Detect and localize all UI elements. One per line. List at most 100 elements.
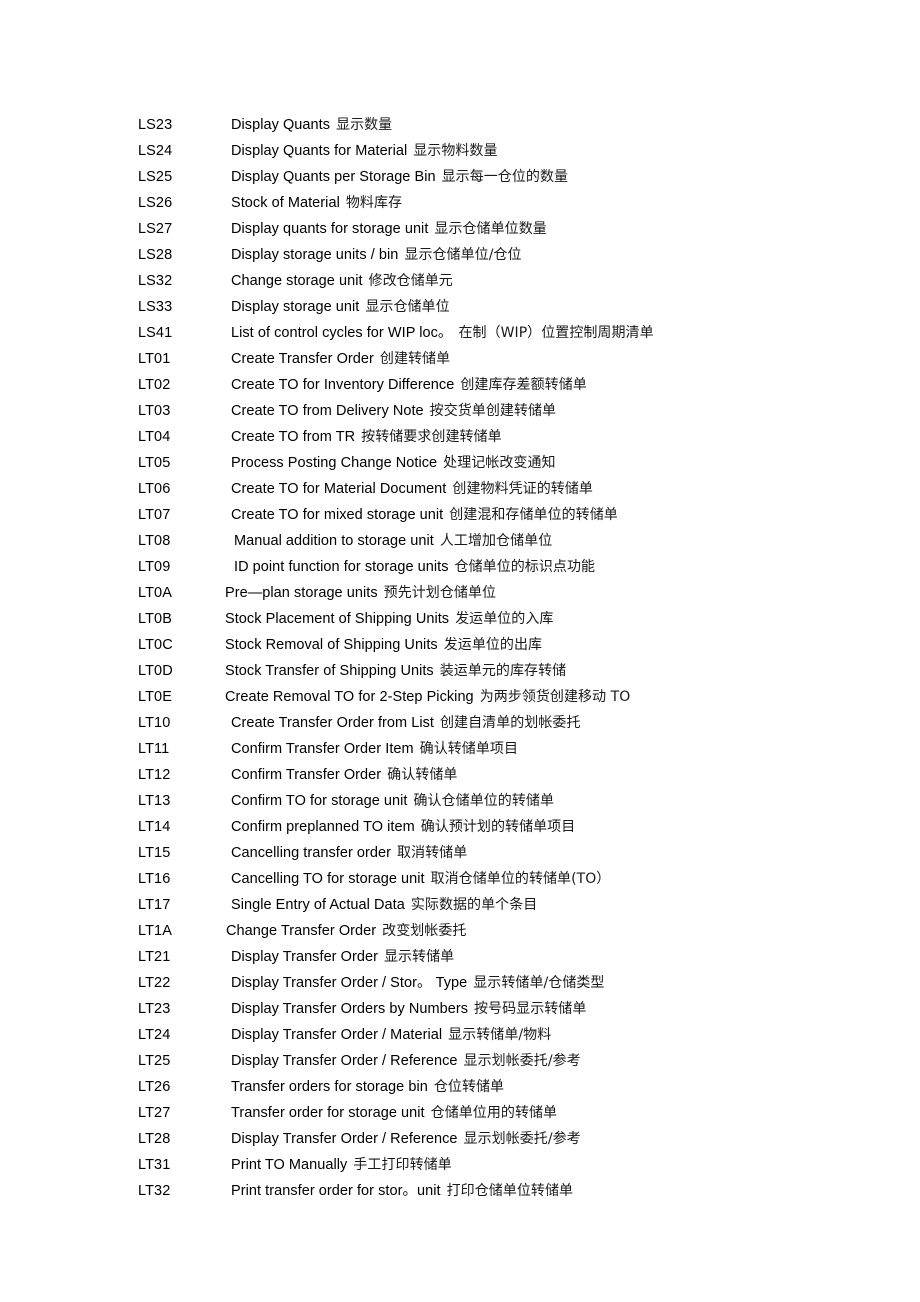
tcode-code: LT01 (138, 351, 171, 367)
tcode-description-en: Display Transfer Order / Reference (231, 1131, 458, 1147)
tcode-description-cn: 显示划帐委托/参考 (463, 1053, 581, 1069)
tcode-description-cn: 预先计划仓储单位 (383, 585, 497, 601)
tcode-description: Create Transfer Order from List 创建自清单的划帐委… (231, 710, 581, 736)
tcode-row: LT06 Create TO for Material Document 创建物料凭… (0, 476, 920, 502)
tcode-row: LT02 Create TO for Inventory Difference 创建… (0, 372, 920, 398)
tcode-description: Display Transfer Order / Stor。 Type 显示转储单… (231, 970, 604, 996)
tcode-description: Change storage unit 修改仓储单元 (231, 268, 453, 294)
tcode-description: Display Transfer Orders by Numbers 按号码显示转… (231, 996, 586, 1022)
tcode-description-cn: 显示物料数量 (413, 143, 498, 159)
tcode-description: Create Removal TO for 2-Step Picking 为两步领… (225, 684, 630, 710)
tcode-description-cn: 显示转储单/物料 (448, 1027, 552, 1043)
tcode-code: LS24 (138, 143, 173, 159)
tcode-row: LT23 Display Transfer Orders by Numbers 按号… (0, 996, 920, 1022)
tcode-row: LT28 Display Transfer Order / Reference 显示… (0, 1126, 920, 1152)
tcode-row: LS23 Display Quants 显示数量 (0, 112, 920, 138)
tcode-description: Create TO from TR 按转储要求创建转储单 (231, 424, 502, 450)
tcode-description-cn: 创建混和存储单位的转储单 (449, 507, 618, 523)
tcode-row: LT31 Print TO Manually 手工打印转储单 (0, 1152, 920, 1178)
tcode-description-cn: 发运单位的出库 (443, 637, 543, 653)
tcode-row: LS33 Display storage unit 显示仓储单位 (0, 294, 920, 320)
tcode-description-cn: 取消仓储单位的转储单(TO） (430, 871, 611, 887)
tcode-code: LT15 (138, 845, 171, 861)
tcode-description: Print TO Manually 手工打印转储单 (231, 1152, 452, 1178)
tcode-description: Pre—plan storage units 预先计划仓储单位 (225, 580, 496, 606)
tcode-description-en: Display Quants for Material (231, 143, 408, 159)
tcode-row: LT0E Create Removal TO for 2-Step Picking… (0, 684, 920, 710)
tcode-code: LS28 (138, 247, 173, 263)
tcode-description: Cancelling TO for storage unit 取消仓储单位的转储单… (231, 866, 610, 892)
tcode-description-en: Stock Transfer of Shipping Units (225, 663, 434, 679)
tcode-description: Create TO for Material Document 创建物料凭证的转储… (231, 476, 593, 502)
tcode-row: LT0C Stock Removal of Shipping Units 发运单位的… (0, 632, 920, 658)
tcode-description-cn: 确认预计划的转储单项目 (420, 819, 576, 835)
tcode-description-en: Create Removal TO for 2-Step Picking (225, 689, 474, 705)
tcode-row: LT0A Pre—plan storage units 预先计划仓储单位 (0, 580, 920, 606)
tcode-code: LT03 (138, 403, 171, 419)
tcode-description-cn: 创建物料凭证的转储单 (452, 481, 593, 497)
tcode-description-en: Confirm Transfer Order (231, 767, 382, 783)
tcode-description-en: Process Posting Change Notice (231, 455, 438, 471)
tcode-description-cn: 显示转储单/仓储类型 (473, 975, 605, 991)
tcode-code: LS23 (138, 117, 173, 133)
tcode-row: LT04 Create TO from TR 按转储要求创建转储单 (0, 424, 920, 450)
tcode-row: LT0B Stock Placement of Shipping Units 发运单… (0, 606, 920, 632)
tcode-row: LS26 Stock of Material 物料库存 (0, 190, 920, 216)
tcode-row: LT03 Create TO from Delivery Note 按交货单创建转储… (0, 398, 920, 424)
tcode-description-cn: 仓位转储单 (433, 1079, 505, 1095)
tcode-description-en: Stock Removal of Shipping Units (225, 637, 438, 653)
tcode-description-cn: 打印仓储单位转储单 (446, 1183, 574, 1199)
tcode-description-en: Create TO for Material Document (231, 481, 447, 497)
tcode-code: LT06 (138, 481, 171, 497)
tcode-description-en: Create TO for mixed storage unit (231, 507, 444, 523)
tcode-description-cn: 显示划帐委托/参考 (463, 1131, 581, 1147)
tcode-code: LT02 (138, 377, 171, 393)
tcode-description: Display Transfer Order 显示转储单 (231, 944, 454, 970)
tcode-code: LT22 (138, 975, 171, 991)
tcode-row: LT17 Single Entry of Actual Data 实际数据的单个条目 (0, 892, 920, 918)
tcode-description-en: Transfer order for storage unit (231, 1105, 425, 1121)
tcode-row: LT01 Create Transfer Order 创建转储单 (0, 346, 920, 372)
tcode-description-en: Display Transfer Order / Reference (231, 1053, 458, 1069)
tcode-row: LT12 Confirm Transfer Order 确认转储单 (0, 762, 920, 788)
tcode-code: LT07 (138, 507, 171, 523)
tcode-description-cn: 显示仓储单位 (365, 299, 450, 315)
tcode-code: LT09 (138, 559, 171, 575)
tcode-code: LT0A (138, 585, 172, 601)
tcode-description-cn: 在制（WIP）位置控制周期清单 (458, 325, 654, 341)
tcode-description: Single Entry of Actual Data 实际数据的单个条目 (231, 892, 537, 918)
tcode-description-cn: 确认转储单 (387, 767, 458, 783)
tcode-description-cn: 创建库存差额转储单 (460, 377, 587, 393)
tcode-description: Stock Transfer of Shipping Units 装运单元的库存转… (225, 658, 566, 684)
tcode-code: LT12 (138, 767, 171, 783)
tcode-description-en: Display storage units / bin (231, 247, 399, 263)
tcode-description: Process Posting Change Notice 处理记帐改变通知 (231, 450, 556, 476)
tcode-description: Display Transfer Order / Material 显示转储单/物… (231, 1022, 551, 1048)
tcode-code: LT0C (138, 637, 173, 653)
tcode-description-en: ID point function for storage units (234, 559, 449, 575)
tcode-code: LT31 (138, 1157, 171, 1173)
tcode-description-cn: 确认仓储单位的转储单 (413, 793, 554, 809)
tcode-code: LT14 (138, 819, 171, 835)
tcode-description: Confirm Transfer Order 确认转储单 (231, 762, 457, 788)
tcode-description: Change Transfer Order 改变划帐委托 (226, 918, 466, 944)
tcode-description: Create TO for mixed storage unit 创建混和存储单位… (231, 502, 618, 528)
tcode-code: LS41 (138, 325, 173, 341)
tcode-description-en: Display Transfer Order (231, 949, 378, 965)
tcode-description-en: Print transfer order for stor。unit (231, 1183, 441, 1199)
tcode-row: LT1A Change Transfer Order 改变划帐委托 (0, 918, 920, 944)
tcode-description-en: Confirm Transfer Order Item (231, 741, 414, 757)
tcode-description: Display storage units / bin 显示仓储单位/仓位 (231, 242, 522, 268)
tcode-code: LT0B (138, 611, 172, 627)
tcode-code: LT0D (138, 663, 173, 679)
tcode-code: LT25 (138, 1053, 171, 1069)
tcode-description-cn: 处理记帐改变通知 (443, 455, 556, 471)
tcode-description-en: Display Quants per Storage Bin (231, 169, 436, 185)
tcode-description: Transfer orders for storage bin 仓位转储单 (231, 1074, 504, 1100)
tcode-code: LT13 (138, 793, 171, 809)
tcode-description: Display Quants for Material 显示物料数量 (231, 138, 498, 164)
tcode-row: LT05 Process Posting Change Notice 处理记帐改变通… (0, 450, 920, 476)
tcode-row: LS25 Display Quants per Storage Bin 显示每一仓位… (0, 164, 920, 190)
tcode-description: List of control cycles for WIP loc。 在制（WI… (231, 320, 654, 346)
tcode-description-en: Single Entry of Actual Data (231, 897, 405, 913)
